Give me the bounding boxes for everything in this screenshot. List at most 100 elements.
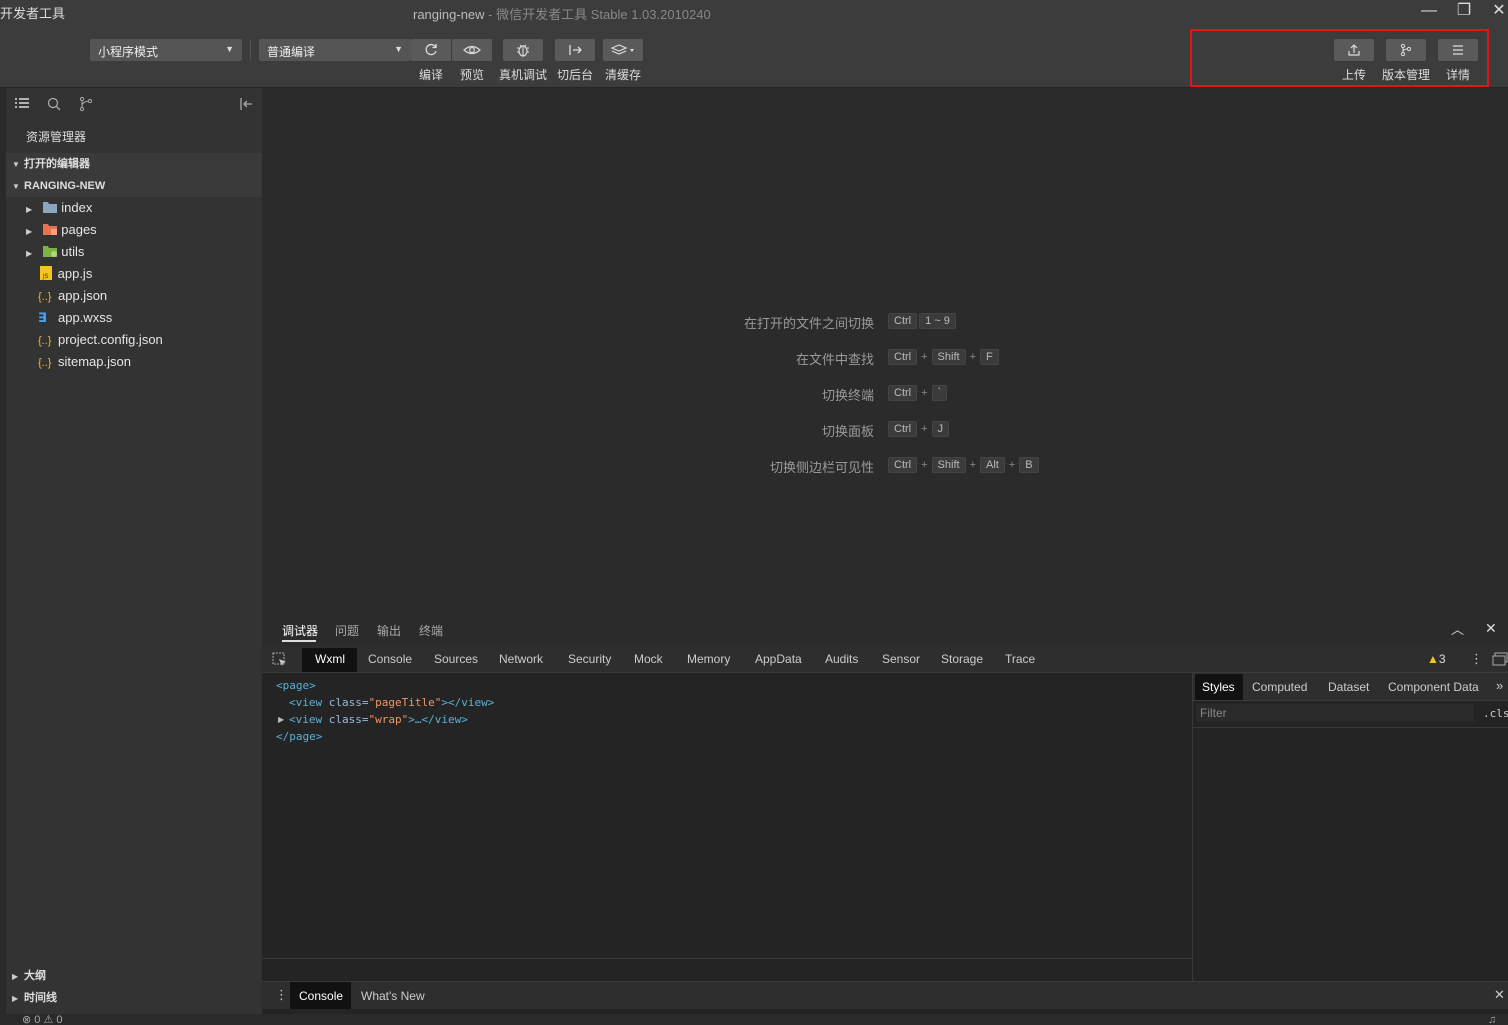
key-plus: + (921, 351, 928, 363)
mode-select[interactable]: 小程序模式 ▼ (90, 39, 242, 61)
tree-item-label: sitemap.json (58, 354, 131, 369)
restore-button[interactable]: ❐ (1449, 0, 1479, 24)
chevron-up-icon[interactable]: ︿ (1451, 619, 1464, 638)
collapse-sidebar-icon[interactable] (238, 96, 254, 112)
pane-divider (1192, 673, 1193, 981)
timeline-section[interactable]: ▶ 时间线 (6, 987, 262, 1009)
tab-debugger[interactable]: 调试器 (282, 622, 318, 639)
source-control-icon[interactable] (78, 96, 94, 112)
remote-debug-label: 真机调试 (498, 68, 547, 82)
panel-tab-security[interactable]: Security (568, 652, 611, 666)
warning-outline-icon: ⚠ (43, 1014, 54, 1025)
wxml-tag: <view (289, 696, 329, 709)
app-version: 微信开发者工具 Stable 1.03.2010240 (496, 7, 711, 22)
hint-keys: Ctrl + Shift + Alt + B (888, 457, 1041, 473)
svg-text:JS: JS (42, 273, 49, 280)
wxml-tag: <view (289, 713, 329, 726)
compile-select-value: 普通编译 (267, 45, 316, 59)
explorer-list-icon[interactable] (14, 96, 30, 112)
panel-tab-trace[interactable]: Trace (1005, 652, 1035, 666)
notification-bell-icon[interactable]: ♫ (1488, 1014, 1496, 1025)
styles-tab[interactable]: Styles (1202, 680, 1235, 694)
key-plus: + (921, 387, 928, 399)
open-editors-section[interactable]: ▼ 打开的编辑器 (6, 153, 262, 175)
panel-tab-mock[interactable]: Mock (634, 652, 663, 666)
json-file-icon: {..} (38, 291, 52, 303)
wxml-node-page[interactable]: <page> (276, 677, 494, 694)
panel-tab-appdata[interactable]: AppData (755, 652, 802, 666)
wxml-node-page-close[interactable]: </page> (276, 728, 494, 745)
drawer-menu-icon[interactable]: ⋮ (275, 987, 288, 1003)
tree-item-project-config[interactable]: {..} project.config.json (38, 329, 262, 351)
key-cap: Ctrl (888, 349, 918, 365)
active-tab-underline (282, 640, 316, 642)
hint-keys: Ctrl 1 ~ 9 (888, 313, 958, 329)
wxml-tag: >…</view> (408, 713, 468, 726)
status-problems[interactable]: ⊗ 0 ⚠ 0 (22, 1014, 63, 1025)
tree-item-app-json[interactable]: {..} app.json (38, 285, 262, 307)
tree-item-utils[interactable]: ▶ utils (26, 241, 262, 263)
tree-item-app-wxss[interactable]: ∃ app.wxss (38, 307, 262, 329)
computed-tab[interactable]: Computed (1252, 680, 1307, 694)
cls-button[interactable]: .cls (1483, 706, 1508, 720)
key-plus: + (969, 351, 976, 363)
hint-label: 切换面板 (821, 424, 874, 439)
panel-tab-audits[interactable]: Audits (825, 652, 858, 666)
compile-select[interactable]: 普通编译 ▼ (259, 39, 411, 61)
search-icon[interactable] (46, 96, 62, 112)
tree-item-app-js[interactable]: JS app.js (38, 263, 262, 285)
tab-terminal[interactable]: 终端 (419, 622, 443, 639)
close-drawer-icon[interactable]: ✕ (1494, 987, 1505, 1003)
panel-tab-console[interactable]: Console (368, 652, 412, 666)
outline-section[interactable]: ▶ 大纲 (6, 965, 262, 987)
dataset-tab[interactable]: Dataset (1328, 680, 1369, 694)
clear-cache-button[interactable] (603, 39, 643, 61)
tab-problems[interactable]: 问题 (335, 622, 359, 639)
key-cap: Ctrl (888, 385, 918, 401)
panel-tab-memory[interactable]: Memory (687, 652, 730, 666)
project-section[interactable]: ▼ RANGING-NEW (6, 175, 262, 197)
wxml-attr: class= (328, 696, 369, 709)
tree-item-sitemap[interactable]: {..} sitemap.json (38, 351, 262, 373)
panel-tab-sources[interactable]: Sources (434, 652, 478, 666)
tree-item-pages[interactable]: ▶ pages (26, 219, 262, 241)
more-vert-icon[interactable]: ⋮ (1470, 651, 1483, 667)
more-tabs-icon[interactable]: » (1496, 678, 1503, 693)
open-editors-label: 打开的编辑器 (24, 158, 90, 170)
inspect-element-icon[interactable] (272, 652, 288, 671)
error-count: 0 (34, 1014, 41, 1025)
component-data-tab[interactable]: Component Data (1388, 680, 1479, 694)
drawer-tab-whats-new[interactable]: What's New (361, 989, 425, 1003)
key-cap: 1 ~ 9 (919, 313, 956, 329)
key-cap: B (1019, 457, 1039, 473)
chevron-right-icon[interactable]: ▶ (278, 711, 284, 728)
error-icon: ⊗ (22, 1014, 32, 1025)
explorer-title: 资源管理器 (26, 130, 87, 144)
tree-item-label: pages (61, 222, 97, 237)
warnings-badge[interactable]: ▲3 (1427, 652, 1446, 666)
wxml-node-pagetitle[interactable]: <view class="pageTitle"></view> (276, 694, 494, 711)
chevron-down-icon: ▼ (12, 182, 20, 191)
minimize-button[interactable]: — (1414, 0, 1444, 24)
key-cap: J (931, 421, 950, 437)
wxml-node-wrap[interactable]: ▶ <view class="wrap">…</view> (276, 711, 494, 728)
dock-icon[interactable] (1492, 652, 1508, 669)
key-cap: Ctrl (888, 313, 918, 329)
background-button[interactable] (555, 39, 595, 61)
close-window-button[interactable]: ✕ (1484, 0, 1508, 24)
remote-debug-button[interactable] (503, 39, 543, 61)
panel-tab-storage[interactable]: Storage (941, 652, 983, 666)
filter-input[interactable]: Filter (1196, 704, 1474, 722)
panel-tab-wxml[interactable]: Wxml (315, 652, 345, 666)
panel-tab-sensor[interactable]: Sensor (882, 652, 920, 666)
warning-count: 0 (56, 1014, 63, 1025)
title-bar (0, 0, 1508, 24)
panel-tab-network[interactable]: Network (499, 652, 543, 666)
cls-label: .cls (1483, 707, 1508, 720)
close-panel-icon[interactable]: ✕ (1485, 620, 1497, 637)
preview-button[interactable] (452, 39, 492, 61)
drawer-tab-console[interactable]: Console (299, 989, 343, 1003)
tree-item-index[interactable]: ▶ index (26, 197, 262, 219)
compile-button[interactable] (411, 39, 451, 61)
tab-output[interactable]: 输出 (377, 622, 401, 639)
